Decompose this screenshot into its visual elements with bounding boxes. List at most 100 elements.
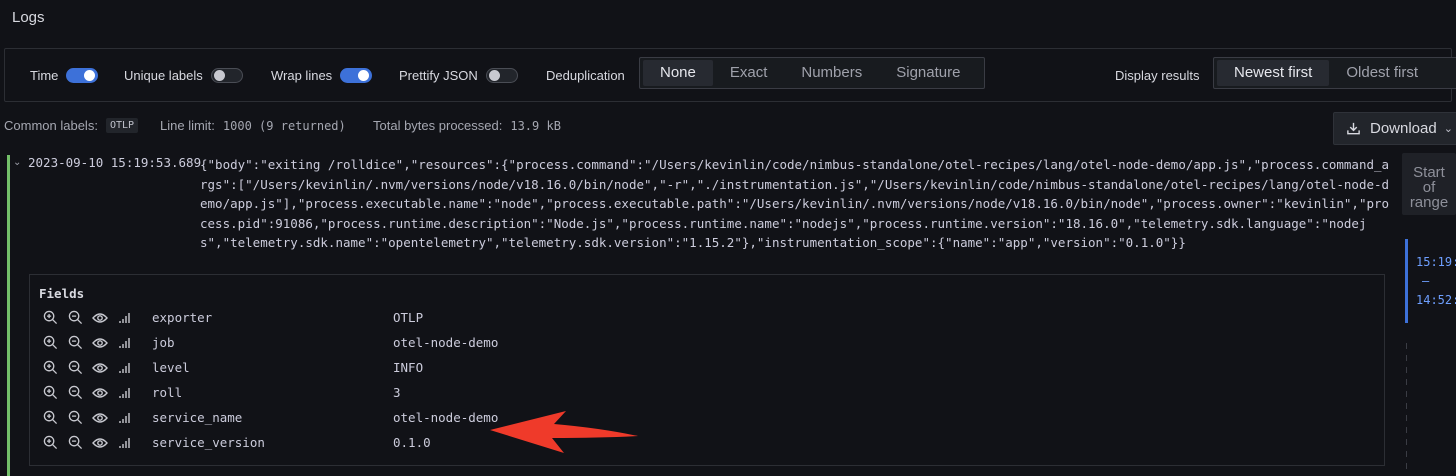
total-bytes-label: Total bytes processed: [373,118,502,133]
panel-title: Logs [12,9,45,26]
dedup-option-signature[interactable]: Signature [879,60,977,86]
start-of-range-label-2: of [1402,180,1456,195]
download-label: Download [1370,120,1437,137]
start-of-range-label-1: Start [1402,165,1456,180]
zoom-in-icon[interactable] [42,360,58,376]
display-results-label: Display results [1115,49,1200,101]
field-key: job [152,335,175,350]
wrap-lines-label: Wrap lines [271,68,332,83]
field-key: level [152,360,190,375]
fields-title: Fields [39,286,84,301]
stats-icon[interactable] [117,410,133,426]
fields-panel: Fields exporter OTLP job otel-node-demo leve… [29,274,1385,466]
line-limit: Line limit: 1000 (9 returned) [160,118,346,133]
field-actions [42,335,142,351]
stats-icon[interactable] [117,360,133,376]
eye-icon[interactable] [92,360,108,376]
field-key: exporter [152,310,212,325]
unique-labels-toggle[interactable]: Unique labels [124,49,243,101]
log-level-bar [7,155,10,476]
download-button[interactable]: Download ⌄ [1333,112,1456,145]
field-actions [42,360,142,376]
dedup-option-none[interactable]: None [643,60,713,86]
download-icon [1346,121,1361,136]
zoom-out-icon[interactable] [67,410,83,426]
annotation-arrow-icon [480,408,650,458]
unique-labels-label: Unique labels [124,68,203,83]
range-dashed-track [1406,343,1407,473]
display-results-selector: Newest first Oldest first [1213,57,1456,89]
range-marker[interactable] [1405,239,1408,323]
line-limit-value: 1000 (9 returned) [223,119,346,133]
line-limit-label: Line limit: [160,118,215,133]
total-bytes: Total bytes processed: 13.9 kB [373,118,561,133]
sort-oldest-first[interactable]: Oldest first [1329,60,1435,86]
dedup-option-exact[interactable]: Exact [713,60,785,86]
prettify-json-toggle[interactable]: Prettify JSON [399,49,518,101]
eye-icon[interactable] [92,410,108,426]
zoom-in-icon[interactable] [42,385,58,401]
eye-icon[interactable] [92,335,108,351]
time-toggle[interactable]: Time [30,49,98,101]
log-options-bar: Time Unique labels Wrap lines Prettify J… [4,48,1452,102]
range-bottom-time: 14:52:3 [1416,293,1456,307]
total-bytes-value: 13.9 kB [510,119,561,133]
log-timestamp: 2023-09-10 15:19:53.689 [28,155,201,170]
field-actions [42,385,142,401]
chevron-down-icon[interactable]: ⌄ [13,157,21,168]
zoom-in-icon[interactable] [42,410,58,426]
zoom-in-icon[interactable] [42,435,58,451]
field-key: roll [152,385,182,400]
field-actions [42,310,142,326]
field-row: exporter OTLP [30,305,1384,330]
dedup-option-numbers[interactable]: Numbers [784,60,879,86]
deduplication-label: Deduplication [546,49,625,101]
range-navigator: Start of range 15:19:5 — 14:52:3 [1402,153,1456,476]
zoom-out-icon[interactable] [67,335,83,351]
field-value: INFO [393,360,423,375]
prettify-json-label: Prettify JSON [399,68,478,83]
wrap-lines-toggle[interactable]: Wrap lines [271,49,372,101]
field-value: 3 [393,385,401,400]
field-value: 0.1.0 [393,435,431,450]
field-key: service_version [152,435,265,450]
zoom-out-icon[interactable] [67,360,83,376]
field-actions [42,435,142,451]
common-labels-label: Common labels: [4,118,98,133]
zoom-out-icon[interactable] [67,385,83,401]
stats-icon[interactable] [117,335,133,351]
deduplication-selector: None Exact Numbers Signature [639,57,985,89]
field-row: roll 3 [30,380,1384,405]
range-separator: — [1422,274,1429,288]
field-row: job otel-node-demo [30,330,1384,355]
zoom-out-icon[interactable] [67,435,83,451]
common-labels-value: OTLP [106,118,138,133]
stats-icon[interactable] [117,435,133,451]
field-row: service_nameotel-node-demo [30,405,1384,430]
eye-icon[interactable] [92,385,108,401]
sort-newest-first[interactable]: Newest first [1217,60,1329,86]
zoom-in-icon[interactable] [42,310,58,326]
stats-icon[interactable] [117,310,133,326]
zoom-in-icon[interactable] [42,335,58,351]
unique-labels-switch[interactable] [211,68,243,83]
chevron-down-icon: ⌄ [1444,122,1453,135]
wrap-lines-switch[interactable] [340,68,372,83]
common-labels: Common labels: OTLP [4,118,138,133]
zoom-out-icon[interactable] [67,310,83,326]
range-top-time: 15:19:5 [1416,255,1456,269]
field-row: service_version 0.1.0 [30,430,1384,455]
field-actions [42,410,142,426]
eye-icon[interactable] [92,310,108,326]
time-toggle-label: Time [30,68,58,83]
field-key: service_name [152,410,242,425]
start-of-range-button[interactable]: Start of range [1402,153,1456,215]
stats-icon[interactable] [117,385,133,401]
field-value: otel-node-demo [393,335,498,350]
prettify-json-switch[interactable] [486,68,518,83]
start-of-range-label-3: range [1402,195,1456,210]
eye-icon[interactable] [92,435,108,451]
time-switch[interactable] [66,68,98,83]
log-line[interactable]: {"body":"exiting /rolldice","resources":… [200,155,1395,253]
field-value: OTLP [393,310,423,325]
